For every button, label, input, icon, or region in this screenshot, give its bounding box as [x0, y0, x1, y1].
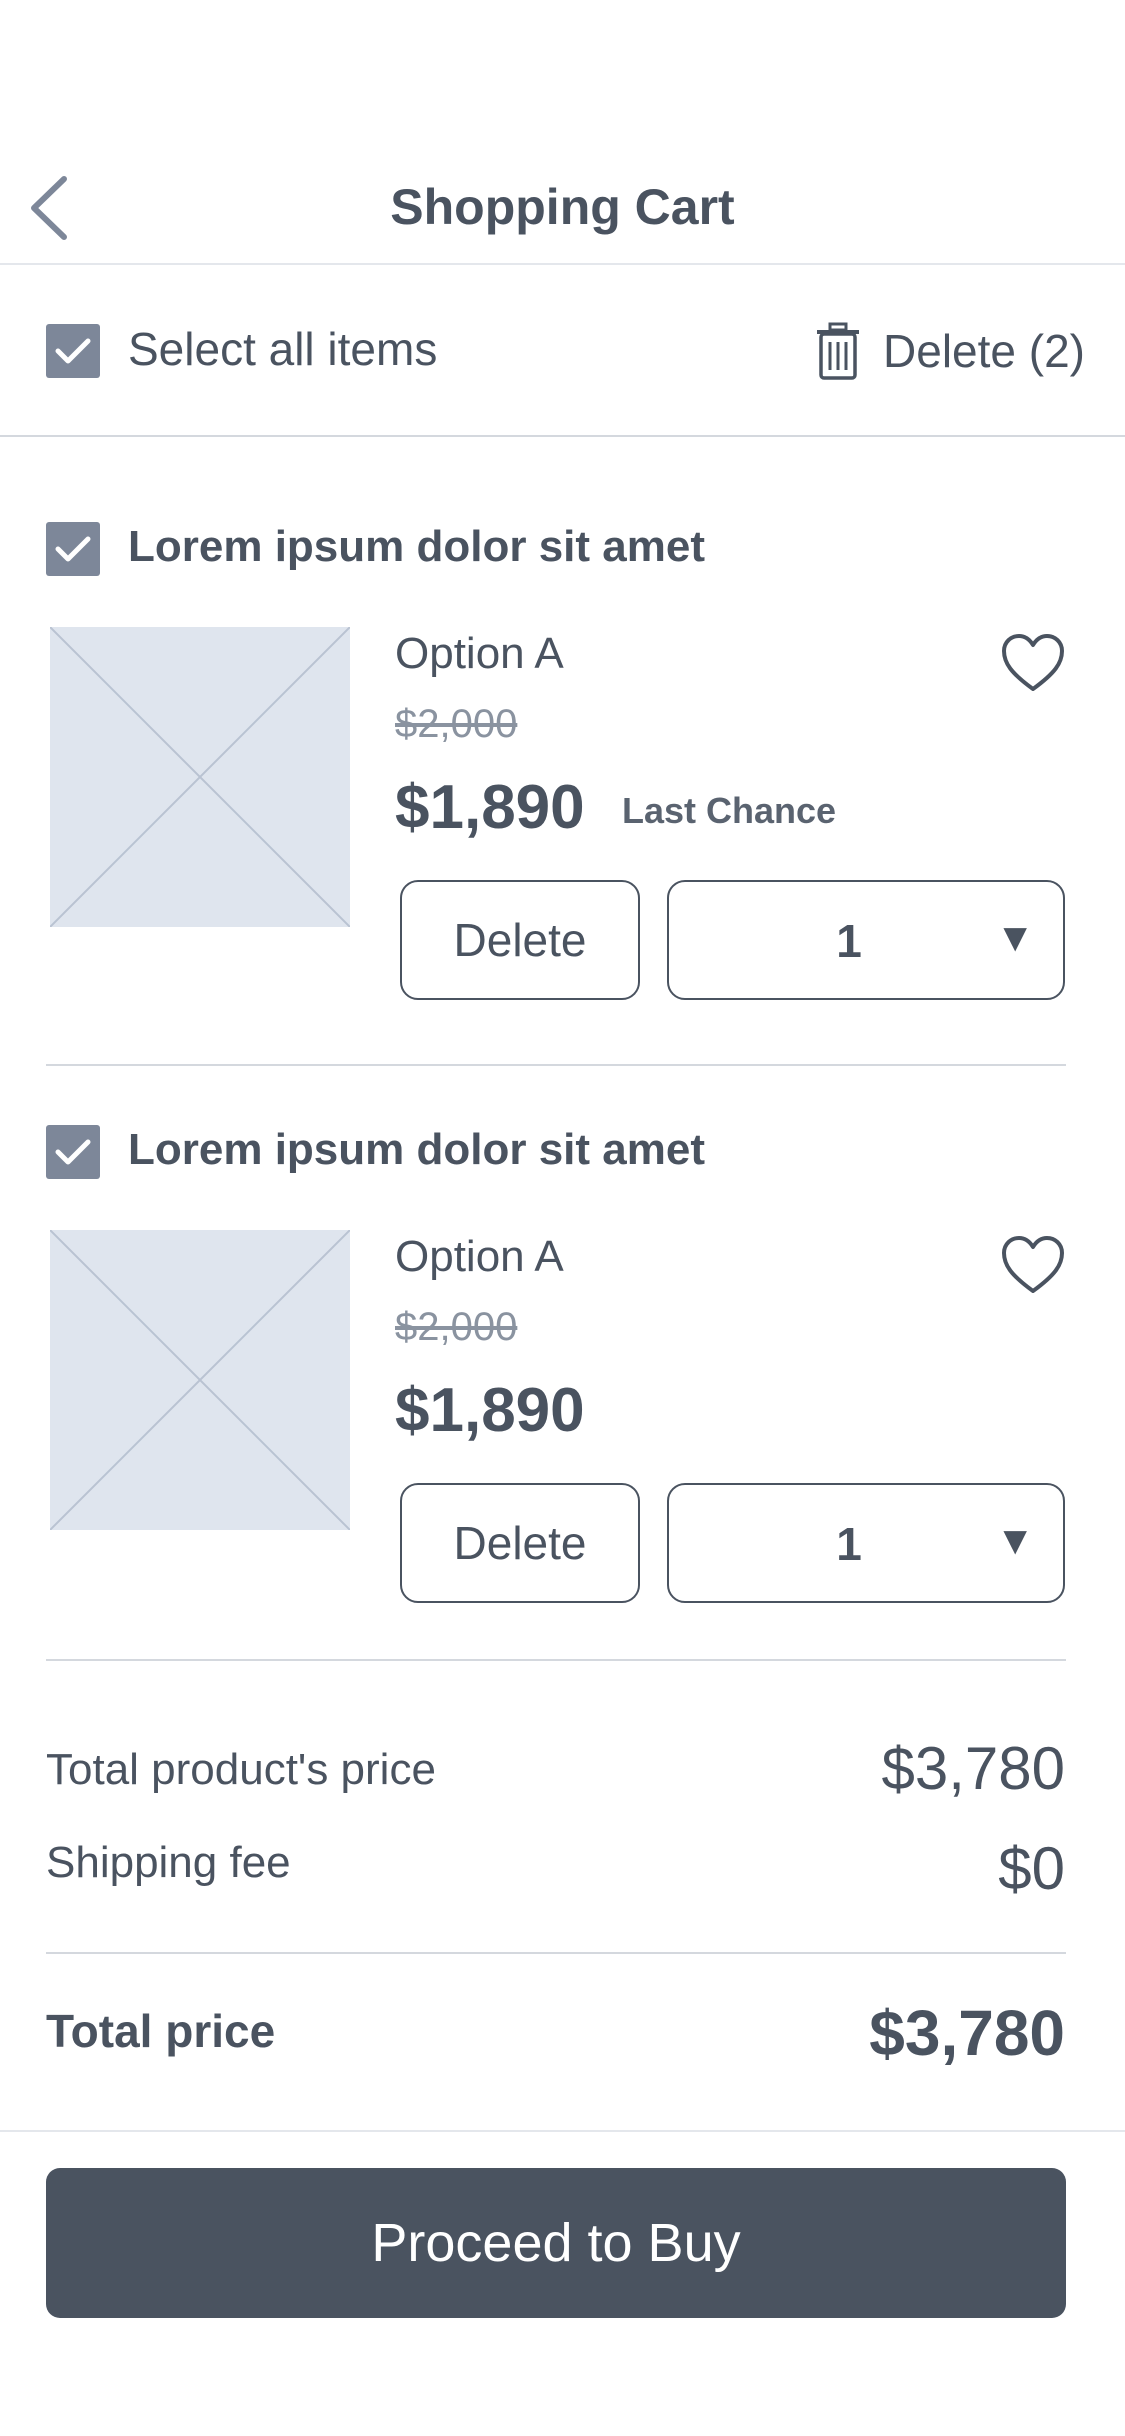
wishlist-button[interactable]: [1001, 1235, 1065, 1295]
heart-icon: [1002, 1236, 1064, 1293]
wishlist-button[interactable]: [1001, 633, 1065, 693]
item-option: Option A: [395, 629, 564, 678]
item-price: $1,890: [395, 773, 585, 842]
cart-item: Lorem ipsum dolor sit amet Option A $2,0…: [0, 437, 1125, 1067]
original-price: $2,000: [395, 1305, 518, 1349]
app-header: Shopping Cart: [0, 140, 1125, 265]
divider: [46, 1064, 1066, 1066]
item-option: Option A: [395, 1232, 564, 1281]
proceed-to-buy-button[interactable]: Proceed to Buy: [46, 2168, 1066, 2318]
quantity-value: 1: [836, 915, 862, 967]
select-all-checkbox[interactable]: [46, 324, 100, 378]
item-price: $1,890: [395, 1376, 585, 1445]
item-title: Lorem ipsum dolor sit amet: [128, 522, 705, 571]
item-delete-button[interactable]: Delete: [400, 880, 640, 1000]
shipping-fee-value: $0: [998, 1835, 1065, 1902]
item-title: Lorem ipsum dolor sit amet: [128, 1125, 705, 1174]
select-all-label: Select all items: [128, 323, 438, 375]
check-icon: [55, 1139, 91, 1165]
image-placeholder-icon: [49, 1229, 351, 1531]
quantity-select[interactable]: 1 ▼: [667, 1483, 1065, 1603]
delete-selected-button[interactable]: Delete (2): [815, 322, 1085, 380]
last-chance-badge: Last Chance: [622, 790, 837, 831]
selection-bar: Select all items Delete (2): [0, 267, 1125, 437]
check-icon: [55, 338, 91, 364]
total-price-value: $3,780: [869, 1997, 1065, 2069]
cart-item: Lorem ipsum dolor sit amet Option A $2,0…: [0, 1067, 1125, 1667]
delete-selected-label: Delete (2): [883, 325, 1085, 377]
divider: [46, 1659, 1066, 1661]
item-checkbox[interactable]: [46, 1125, 100, 1179]
shipping-fee-label: Shipping fee: [46, 1838, 291, 1887]
check-icon: [55, 536, 91, 562]
divider: [0, 2130, 1125, 2132]
quantity-value: 1: [836, 1518, 862, 1570]
trash-icon: [817, 322, 860, 380]
total-price-label: Total price: [46, 2005, 276, 2057]
product-image-placeholder: [49, 1229, 351, 1531]
page-title: Shopping Cart: [390, 179, 735, 235]
products-total-value: $3,780: [881, 1735, 1065, 1802]
item-delete-button[interactable]: Delete: [400, 1483, 640, 1603]
item-checkbox[interactable]: [46, 522, 100, 576]
dropdown-arrow-icon: ▼: [995, 916, 1035, 960]
products-total-label: Total product's price: [46, 1745, 436, 1794]
heart-icon: [1002, 634, 1064, 691]
divider: [46, 1952, 1066, 1954]
product-image-placeholder: [49, 626, 351, 928]
quantity-select[interactable]: 1 ▼: [667, 880, 1065, 1000]
original-price: $2,000: [395, 702, 518, 746]
dropdown-arrow-icon: ▼: [995, 1519, 1035, 1563]
image-placeholder-icon: [49, 626, 351, 928]
